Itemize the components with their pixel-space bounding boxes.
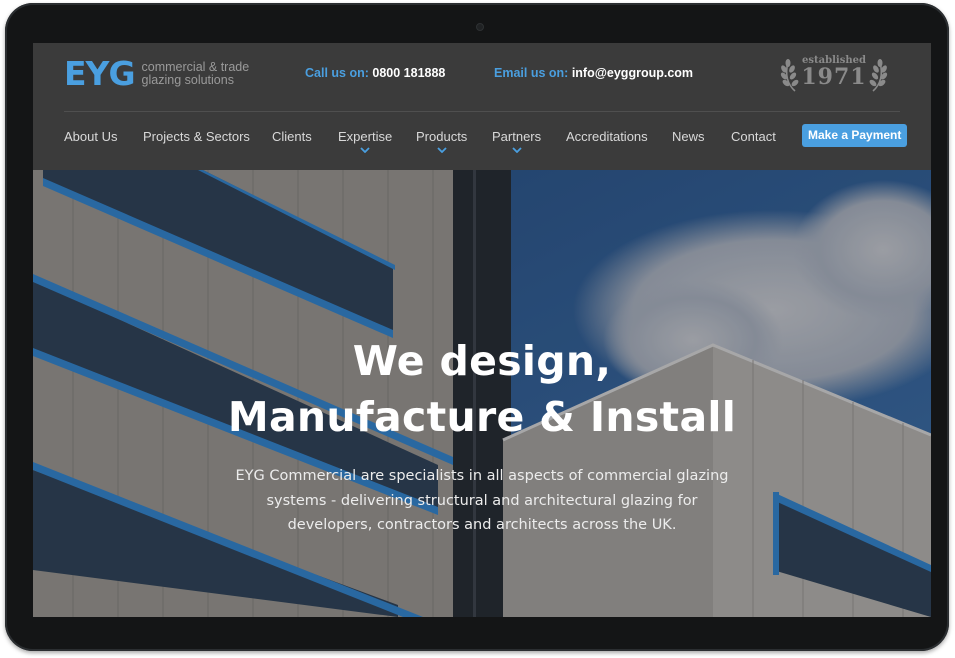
logo-tagline-line2: glazing solutions (141, 72, 234, 87)
chevron-down-icon (360, 147, 370, 153)
logo-mark: EYG (64, 54, 136, 93)
email-link[interactable]: info@eyggroup.com (572, 66, 693, 80)
nav-label: About Us (64, 129, 118, 144)
site-header: EYG commercial & trade glazing solutions… (33, 43, 931, 170)
hero-banner: We design, Manufacture & Install EYG Com… (33, 170, 931, 617)
phone-contact: Call us on: 0800 181888 (305, 66, 445, 80)
email-contact: Email us on: info@eyggroup.com (494, 66, 693, 80)
phone-number-link[interactable]: 0800 181888 (372, 66, 445, 80)
nav-label: Expertise (338, 129, 393, 144)
nav-item-projects-sectors[interactable]: Projects & Sectors (143, 129, 250, 144)
logo-tagline-line1: commercial & trade (141, 59, 250, 74)
nav-label: Contact (731, 129, 776, 144)
hero-title-line1: We design, (352, 337, 612, 385)
nav-item-accreditations[interactable]: Accreditations (566, 129, 648, 144)
make-payment-button[interactable]: Make a Payment (802, 124, 908, 147)
nav-label: Projects & Sectors (143, 129, 250, 144)
nav-label: Accreditations (566, 129, 648, 144)
chevron-down-icon (511, 147, 522, 153)
nav-item-about-us[interactable]: About Us (64, 129, 117, 144)
phone-label: Call us on: (305, 66, 369, 80)
hero-description: EYG Commercial are specialists in all as… (235, 468, 729, 533)
nav-label: Partners (492, 129, 542, 144)
hero-title-line2: Manufacture & Install (227, 393, 737, 441)
email-label: Email us on: (494, 66, 569, 80)
nav-label: Clients (272, 129, 312, 144)
nav-label: Products (416, 129, 468, 144)
nav-item-news[interactable]: News (672, 129, 705, 144)
nav-item-clients[interactable]: Clients (272, 129, 312, 144)
eyg-logo[interactable]: EYG commercial & trade glazing solutions (64, 57, 249, 90)
nav-label: News (672, 129, 705, 144)
chevron-down-icon (437, 147, 447, 153)
nav-item-expertise[interactable]: Expertise (338, 129, 392, 153)
established-badge: established 1971 (779, 54, 889, 94)
browser-screen: EYG commercial & trade glazing solutions… (33, 43, 931, 617)
nav-item-partners[interactable]: Partners (492, 129, 541, 153)
camera-dot (476, 23, 484, 31)
nav-item-products[interactable]: Products (416, 129, 467, 153)
tablet-device-frame: EYG commercial & trade glazing solutions… (5, 3, 949, 651)
main-nav: About Us Projects & Sectors Clients Expe… (64, 124, 908, 155)
logo-tagline: commercial & trade glazing solutions (141, 59, 250, 87)
header-divider (64, 111, 900, 112)
nav-item-contact[interactable]: Contact (731, 129, 776, 144)
laurel-right-icon (869, 59, 888, 92)
